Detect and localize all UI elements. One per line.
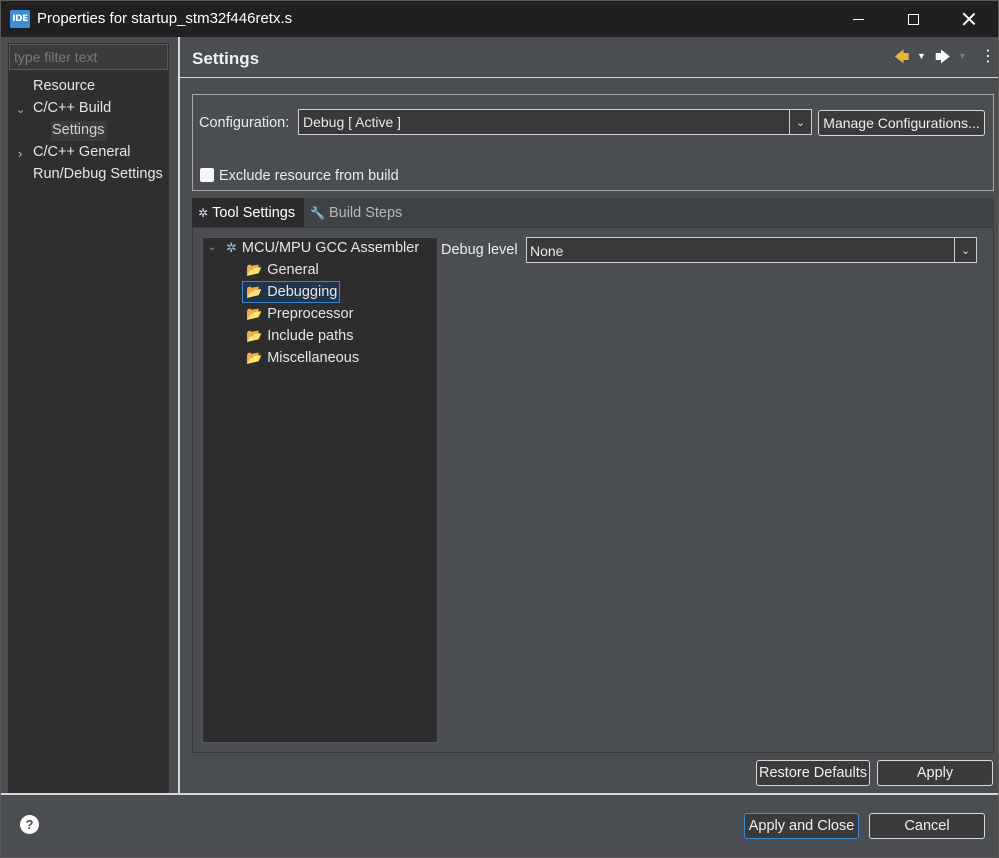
back-history-dropdown-icon[interactable]: ▼ [917,51,926,61]
sidebar-item-run-debug[interactable]: Run/Debug Settings [33,166,163,182]
forward-arrow-icon[interactable]: 🡆 [935,47,951,72]
chevron-right-icon[interactable]: › [18,146,22,161]
tree-item-label: Include paths [267,328,354,344]
minimize-icon [852,18,864,20]
debug-level-label: Debug level [441,242,518,258]
tree-item-label: MCU/MPU GCC Assembler [241,240,420,256]
sidebar: Resource ⌄ C/C++ Build Settings › C/C++ … [8,43,169,793]
title-bar: IDE Properties for startup_stm32f446retx… [1,1,998,37]
footer-divider [1,793,998,795]
configuration-label: Configuration: [199,115,290,131]
properties-dialog: IDE Properties for startup_stm32f446retx… [0,0,999,858]
tree-item-debugging[interactable]: 📂 Debugging [246,284,337,300]
wrench-icon: 🔧 [310,205,325,220]
apply-and-close-button[interactable]: Apply and Close [744,813,859,839]
folder-gear-icon: 📂 [246,328,263,343]
chevron-down-icon[interactable]: ⌄ [16,103,25,116]
folder-gear-icon: 📂 [246,284,263,299]
tab-label: Build Steps [328,204,403,221]
sidebar-item-cpp-build[interactable]: C/C++ Build [33,100,111,116]
filter-input[interactable] [9,44,168,70]
close-button[interactable] [941,1,997,37]
help-icon[interactable]: ? [20,815,39,834]
folder-gear-icon: 📂 [246,262,263,277]
minimize-button[interactable] [830,1,886,37]
debug-level-value: None [530,243,564,259]
configuration-value: Debug [ Active ] [303,114,402,130]
configuration-select[interactable]: Debug [ Active ] ⌄ [298,109,812,135]
close-icon [962,12,976,26]
tree-item-label: General [267,262,319,278]
maximize-icon [907,13,919,25]
gear-icon: ✲ [198,205,209,220]
tree-item-label: Preprocessor [267,306,354,322]
window-title: Properties for startup_stm32f446retx.s [37,10,293,27]
restore-defaults-button[interactable]: Restore Defaults [756,760,870,786]
tree-item-label: Debugging [267,284,338,300]
chevron-down-icon: ⌄ [789,110,811,134]
tree-item-miscellaneous[interactable]: 📂 Miscellaneous [246,350,359,366]
exclude-resource-label: Exclude resource from build [219,168,399,184]
manage-configurations-button[interactable]: Manage Configurations... [818,110,985,136]
chevron-down-icon[interactable]: ⌄ [208,242,216,253]
sidebar-item-settings[interactable]: Settings [52,122,104,138]
tree-item-label: Miscellaneous [267,350,360,366]
apply-button[interactable]: Apply [877,760,993,786]
tree-item-assembler[interactable]: ✲ MCU/MPU GCC Assembler [226,240,419,256]
chevron-down-icon: ⌄ [954,238,976,262]
folder-gear-icon: 📂 [246,350,263,365]
maximize-button[interactable] [885,1,941,37]
tab-label: Tool Settings [212,204,296,221]
tree-item-general[interactable]: 📂 General [246,262,319,278]
forward-history-dropdown-icon: ▼ [958,51,967,61]
sidebar-item-resource[interactable]: Resource [33,78,95,94]
cancel-button[interactable]: Cancel [869,813,985,839]
view-menu-icon[interactable]: ⋮ [980,46,996,66]
gear-icon: ✲ [226,240,237,255]
tree-item-preprocessor[interactable]: 📂 Preprocessor [246,306,353,322]
sidebar-item-cpp-general[interactable]: C/C++ General [33,144,131,160]
tree-item-include-paths[interactable]: 📂 Include paths [246,328,353,344]
tab-build-steps[interactable]: 🔧 Build Steps [304,198,414,227]
debug-level-select[interactable]: None ⌄ [526,237,977,263]
page-title: Settings [192,49,260,68]
pane-divider[interactable] [178,37,180,793]
exclude-resource-checkbox[interactable] [200,168,214,182]
back-arrow-icon[interactable]: 🡄 [894,47,910,72]
app-icon: IDE [10,10,30,28]
folder-gear-icon: 📂 [246,306,263,321]
header-divider [180,77,998,78]
tab-tool-settings[interactable]: ✲ Tool Settings [192,198,304,227]
